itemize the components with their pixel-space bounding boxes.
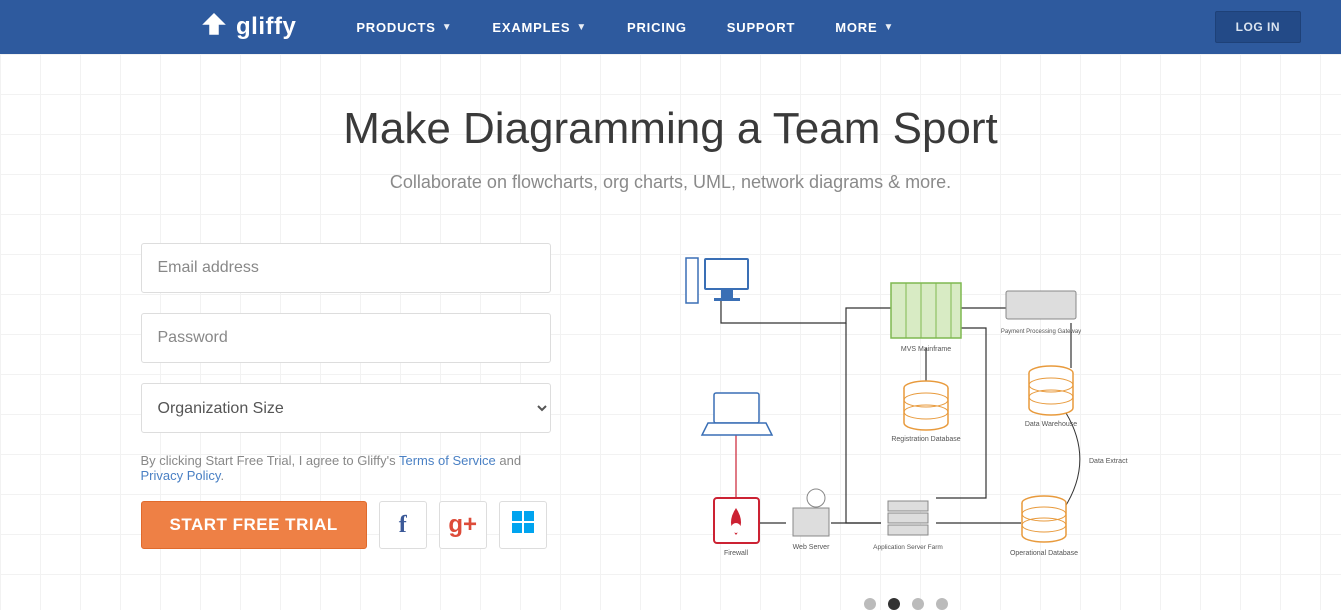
login-button[interactable]: LOG IN	[1215, 11, 1301, 43]
email-input[interactable]	[141, 243, 551, 293]
header-bar: gliffy PRODUCTS ▼ EXAMPLES ▼ PRICING SUP…	[0, 0, 1341, 54]
carousel-dot-4[interactable]	[936, 598, 948, 610]
logo[interactable]: gliffy	[200, 10, 296, 45]
carousel-dots	[611, 598, 1201, 610]
main-content: Make Diagramming a Team Sport Collaborat…	[0, 54, 1341, 610]
windows-login-button[interactable]	[499, 501, 547, 549]
logo-text: gliffy	[236, 13, 296, 41]
google-login-button[interactable]: g+	[439, 501, 487, 549]
web-server-icon: Web Server	[792, 489, 829, 551]
privacy-link[interactable]: Privacy Policy	[141, 468, 221, 483]
gateway-icon: Payment Processing Gateway	[1000, 291, 1080, 335]
windows-icon	[512, 511, 534, 540]
nav-examples[interactable]: EXAMPLES ▼	[492, 20, 587, 35]
carousel-dot-3[interactable]	[912, 598, 924, 610]
app-server-icon: Application Server Farm	[873, 501, 943, 551]
diagram-preview: MVS Mainframe Payment Processing Gateway…	[611, 243, 1201, 610]
carousel-dot-1[interactable]	[864, 598, 876, 610]
svg-text:Web Server: Web Server	[792, 544, 829, 551]
firewall-icon: Firewall	[714, 498, 759, 557]
nav: PRODUCTS ▼ EXAMPLES ▼ PRICING SUPPORT MO…	[356, 20, 1214, 35]
carousel-dot-2[interactable]	[888, 598, 900, 610]
hero-title: Make Diagramming a Team Sport	[0, 104, 1341, 154]
signup-form: Organization Size By clicking Start Free…	[141, 243, 551, 610]
legal-text: By clicking Start Free Trial, I agree to…	[141, 453, 551, 483]
laptop-icon	[702, 393, 772, 435]
nav-products[interactable]: PRODUCTS ▼	[356, 20, 452, 35]
tos-link[interactable]: Terms of Service	[399, 453, 496, 468]
svg-text:Firewall: Firewall	[723, 550, 748, 557]
svg-text:Payment Processing Gateway: Payment Processing Gateway	[1000, 329, 1080, 335]
password-input[interactable]	[141, 313, 551, 363]
nav-support[interactable]: SUPPORT	[727, 20, 795, 35]
network-diagram-icon: MVS Mainframe Payment Processing Gateway…	[611, 243, 1201, 583]
desktop-icon	[686, 258, 749, 303]
facebook-icon: f	[399, 512, 407, 539]
operational-db-icon: Operational Database	[1009, 496, 1077, 557]
chevron-down-icon: ▼	[883, 22, 894, 33]
hero-subtitle: Collaborate on flowcharts, org charts, U…	[0, 172, 1341, 193]
svg-text:Data Warehouse: Data Warehouse	[1024, 421, 1076, 428]
start-trial-button[interactable]: START FREE TRIAL	[141, 501, 367, 549]
svg-text:MVS Mainframe: MVS Mainframe	[900, 346, 950, 353]
nav-more[interactable]: MORE ▼	[835, 20, 894, 35]
registration-db-icon: Registration Database	[891, 381, 960, 443]
org-size-select[interactable]: Organization Size	[141, 383, 551, 433]
gliffy-logo-icon	[200, 10, 228, 45]
svg-text:Registration Database: Registration Database	[891, 436, 960, 443]
chevron-down-icon: ▼	[442, 22, 453, 33]
svg-text:Data Extract: Data Extract	[1089, 458, 1128, 465]
google-plus-icon: g+	[448, 511, 477, 539]
nav-pricing[interactable]: PRICING	[627, 20, 687, 35]
facebook-login-button[interactable]: f	[379, 501, 427, 549]
svg-text:Application Server Farm: Application Server Farm	[873, 544, 943, 551]
chevron-down-icon: ▼	[576, 22, 587, 33]
mainframe-icon: MVS Mainframe	[891, 283, 961, 353]
svg-text:Operational Database: Operational Database	[1009, 550, 1077, 557]
